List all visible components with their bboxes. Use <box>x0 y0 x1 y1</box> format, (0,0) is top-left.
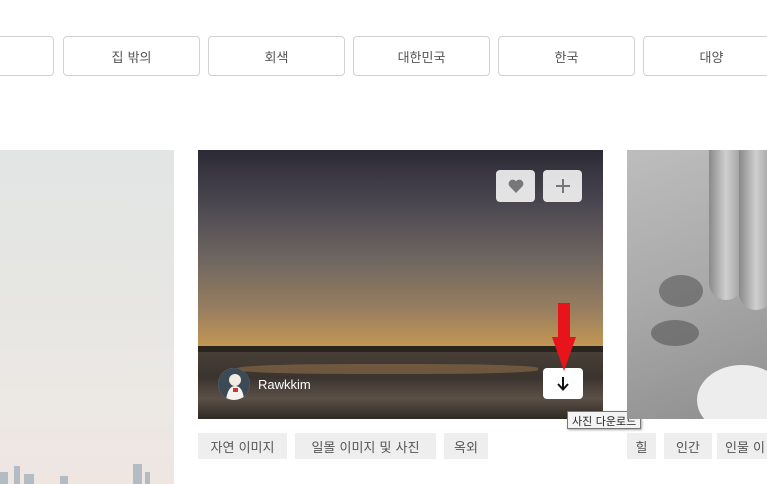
author-link[interactable]: Rawkkim <box>218 368 311 400</box>
related-tag-chip-republic-of-korea[interactable]: 대한민국 <box>353 36 490 76</box>
photo-tag[interactable]: 일몰 이미지 및 사진 <box>295 433 436 459</box>
download-button[interactable] <box>543 368 583 399</box>
photo-card-sunset[interactable]: Rawkkim <box>198 150 603 419</box>
photo-tag-label: 인간 <box>676 440 700 456</box>
photo-foam <box>697 365 767 419</box>
photo-tag[interactable]: 인간 <box>664 433 712 459</box>
related-tag-chip-partial[interactable] <box>0 36 54 76</box>
related-tag-chip-korea[interactable]: 한국 <box>498 36 635 76</box>
photo-tag-label: 인물 이 <box>725 440 766 456</box>
like-button[interactable] <box>496 170 535 202</box>
photo-tag-label: 일몰 이미지 및 사진 <box>311 440 420 456</box>
related-tag-chip-ocean[interactable]: 대양 <box>643 36 767 76</box>
photo-footprint <box>659 275 703 307</box>
photo-tag-label: 힐 <box>635 440 648 456</box>
author-name: Rawkkim <box>258 376 311 392</box>
arrow-down-icon <box>557 376 569 391</box>
photo-leg <box>739 150 767 310</box>
photo-tag-label: 자연 이미지 <box>210 440 275 456</box>
photo-tag[interactable]: 자연 이미지 <box>198 433 287 459</box>
photo-card-left[interactable] <box>0 150 174 484</box>
related-tag-label: 한국 <box>554 50 579 66</box>
photo-tag-label: 옥외 <box>454 440 478 456</box>
red-arrow-annotation <box>552 303 576 371</box>
photo-tag[interactable]: 옥외 <box>444 433 488 459</box>
avatar <box>218 368 250 400</box>
photo-tag[interactable]: 인물 이 <box>717 433 767 459</box>
related-tag-label: 집 밖의 <box>111 50 152 66</box>
heart-icon <box>508 179 523 193</box>
related-tag-label: 대한민국 <box>397 50 446 66</box>
related-tag-label: 대양 <box>699 50 724 66</box>
related-tag-chip-outdoors[interactable]: 집 밖의 <box>63 36 200 76</box>
photo-tag[interactable]: 힐 <box>627 433 656 459</box>
plus-icon <box>555 179 570 193</box>
related-tag-chip-gray[interactable]: 회색 <box>208 36 345 76</box>
photo-footprint <box>651 320 699 346</box>
photo-horizon <box>198 346 603 352</box>
related-tag-label: 회색 <box>264 50 289 66</box>
photo-leg <box>709 150 743 300</box>
photo-card-beach-feet[interactable] <box>627 150 767 419</box>
add-to-collection-button[interactable] <box>543 170 582 202</box>
